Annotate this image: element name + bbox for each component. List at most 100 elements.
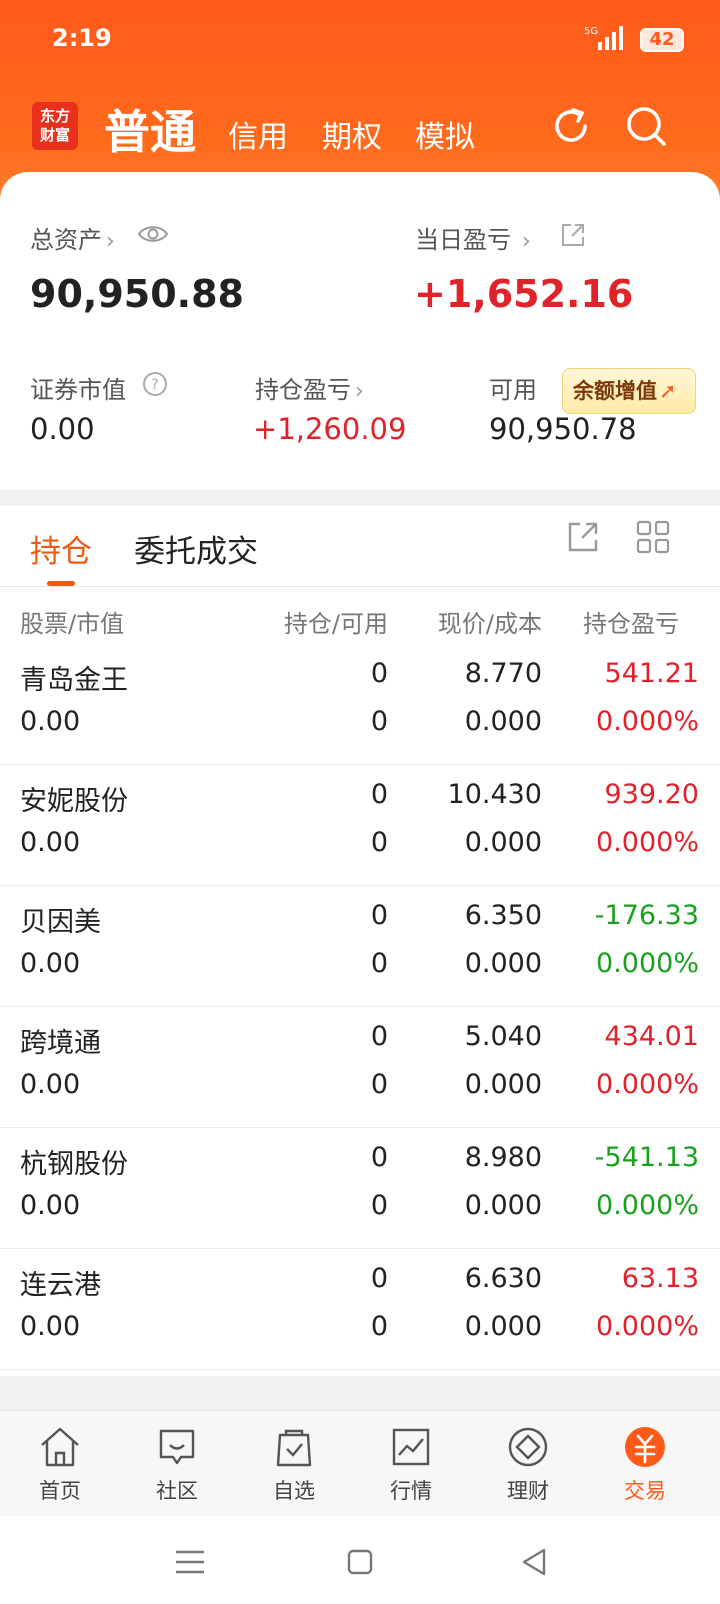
position-pl-value: +1,260.09 — [253, 412, 407, 446]
refresh-icon[interactable] — [549, 104, 593, 148]
stock-market-value: 0.00 — [20, 706, 81, 737]
trade-icon — [625, 1427, 665, 1467]
app-header: 2:19 5G 42 东方 财富 普通 信用 期权 模拟 — [0, 0, 720, 200]
stock-market-value: 0.00 — [20, 948, 81, 979]
position-pl: 541.21 — [604, 658, 699, 689]
available-qty: 0 — [370, 1069, 388, 1100]
stock-market-value: 0.00 — [20, 1311, 81, 1342]
position-pl-pct: 0.000% — [596, 706, 699, 737]
current-price: 8.770 — [464, 658, 542, 689]
position-pl-link[interactable]: 持仓盈亏 › — [255, 370, 364, 405]
nav-community[interactable]: 社区 — [117, 1411, 237, 1517]
position-pl-pct: 0.000% — [596, 948, 699, 979]
current-price: 6.630 — [464, 1263, 542, 1294]
position-pl: 434.01 — [604, 1021, 699, 1052]
available-qty: 0 — [370, 1311, 388, 1342]
balance-boost-button[interactable]: 余额增值➚ — [562, 368, 696, 414]
position-qty: 0 — [370, 900, 388, 931]
menu-icon[interactable] — [170, 1542, 210, 1582]
nav-trade[interactable]: 交易 — [585, 1411, 705, 1517]
table-row[interactable]: 跨境通 0.00 0 0 5.040 0.000 434.01 0.000% — [0, 1007, 720, 1128]
cost-price: 0.000 — [464, 1190, 542, 1221]
divider — [0, 586, 720, 587]
daily-pl-value: +1,652.16 — [414, 272, 634, 316]
tab-simulated[interactable]: 模拟 — [415, 112, 475, 156]
wealth-icon — [508, 1427, 548, 1467]
position-pl-pct: 0.000% — [596, 1069, 699, 1100]
stock-name: 贝因美 — [20, 907, 101, 938]
position-pl: -541.13 — [594, 1142, 699, 1173]
tab-normal[interactable]: 普通 — [104, 96, 196, 162]
community-icon — [159, 1429, 195, 1465]
table-row[interactable]: 贝因美 0.00 0 0 6.350 0.000 -176.33 0.000% — [0, 886, 720, 1007]
search-icon[interactable] — [624, 104, 668, 148]
available-qty: 0 — [370, 1190, 388, 1221]
col-price: 现价/成本 — [437, 610, 542, 638]
market-value-label: 证券市值 — [30, 376, 126, 404]
current-price: 10.430 — [447, 779, 542, 810]
cost-price: 0.000 — [464, 1311, 542, 1342]
stock-name: 青岛金王 — [20, 665, 128, 696]
stock-name: 安妮股份 — [20, 786, 128, 817]
table-row[interactable]: 青岛金王 0.00 0 0 8.770 0.000 541.21 0.000% — [0, 644, 720, 765]
nav-home[interactable]: 首页 — [0, 1411, 120, 1517]
available-value: 90,950.78 — [489, 412, 637, 446]
stock-name: 跨境通 — [20, 1028, 101, 1059]
signal-icon: 5G — [584, 26, 623, 50]
position-pl-pct: 0.000% — [596, 827, 699, 858]
table-row[interactable]: 杭钢股份 0.00 0 0 8.980 0.000 -541.13 0.000% — [0, 1128, 720, 1249]
tab-orders[interactable]: 委托成交 — [134, 526, 258, 571]
bottom-nav: 首页 社区 自选 行情 理财 交易 — [0, 1410, 720, 1516]
current-price: 6.350 — [464, 900, 542, 931]
col-stock: 股票/市值 — [20, 610, 125, 638]
cost-price: 0.000 — [464, 706, 542, 737]
cost-price: 0.000 — [464, 827, 542, 858]
stock-market-value: 0.00 — [20, 827, 81, 858]
available-qty: 0 — [370, 706, 388, 737]
current-price: 5.040 — [464, 1021, 542, 1052]
svg-text:?: ? — [151, 377, 158, 393]
home-button-icon[interactable] — [340, 1542, 380, 1582]
position-qty: 0 — [370, 779, 388, 810]
position-qty: 0 — [370, 1142, 388, 1173]
available-label: 可用 — [489, 376, 537, 404]
home-icon — [41, 1427, 79, 1467]
position-qty: 0 — [370, 1021, 388, 1052]
share-icon[interactable] — [560, 222, 586, 248]
nav-wealth[interactable]: 理财 — [468, 1411, 588, 1517]
table-row[interactable]: 连云港 0.00 0 0 6.630 0.000 63.13 0.000% — [0, 1249, 720, 1370]
stock-market-value: 0.00 — [20, 1069, 81, 1100]
holdings-list: 青岛金王 0.00 0 0 8.770 0.000 541.21 0.000% 安妮股份 0.00… — [0, 644, 720, 1370]
arrow-up-icon: ➚ — [659, 379, 677, 403]
asset-summary-card: 总资产 › 90,950.88 当日盈亏 › +1,652.16 证券市值 ? 0… — [0, 172, 720, 490]
system-nav-bar — [0, 1516, 720, 1604]
back-icon[interactable] — [514, 1542, 554, 1582]
total-assets-link[interactable]: 总资产 › — [30, 220, 115, 255]
position-pl-pct: 0.000% — [596, 1311, 699, 1342]
stock-market-value: 0.00 — [20, 1190, 81, 1221]
tab-credit[interactable]: 信用 — [228, 112, 288, 156]
position-pl-pct: 0.000% — [596, 1190, 699, 1221]
grid-view-icon[interactable] — [636, 520, 670, 554]
nav-watchlist[interactable]: 自选 — [234, 1411, 354, 1517]
export-icon[interactable] — [566, 520, 600, 554]
svg-text:5G: 5G — [584, 26, 598, 37]
position-pl: -176.33 — [594, 900, 699, 931]
battery-icon: 42 — [640, 28, 684, 52]
market-icon — [392, 1428, 430, 1466]
stock-name: 连云港 — [20, 1270, 101, 1301]
position-qty: 0 — [370, 1263, 388, 1294]
tab-holdings[interactable]: 持仓 — [30, 526, 92, 571]
available-qty: 0 — [370, 948, 388, 979]
tab-options[interactable]: 期权 — [322, 112, 382, 156]
cost-price: 0.000 — [464, 948, 542, 979]
status-bar: 2:19 5G 42 — [0, 0, 720, 82]
table-row[interactable]: 安妮股份 0.00 0 0 10.430 0.000 939.20 0.000% — [0, 765, 720, 886]
col-position: 持仓/可用 — [283, 610, 388, 638]
nav-market[interactable]: 行情 — [351, 1411, 471, 1517]
help-icon[interactable]: ? — [142, 371, 168, 397]
market-value: 0.00 — [30, 412, 95, 446]
current-price: 8.980 — [464, 1142, 542, 1173]
daily-pl-link[interactable]: 当日盈亏 › — [415, 220, 531, 255]
eye-icon[interactable] — [137, 222, 169, 246]
